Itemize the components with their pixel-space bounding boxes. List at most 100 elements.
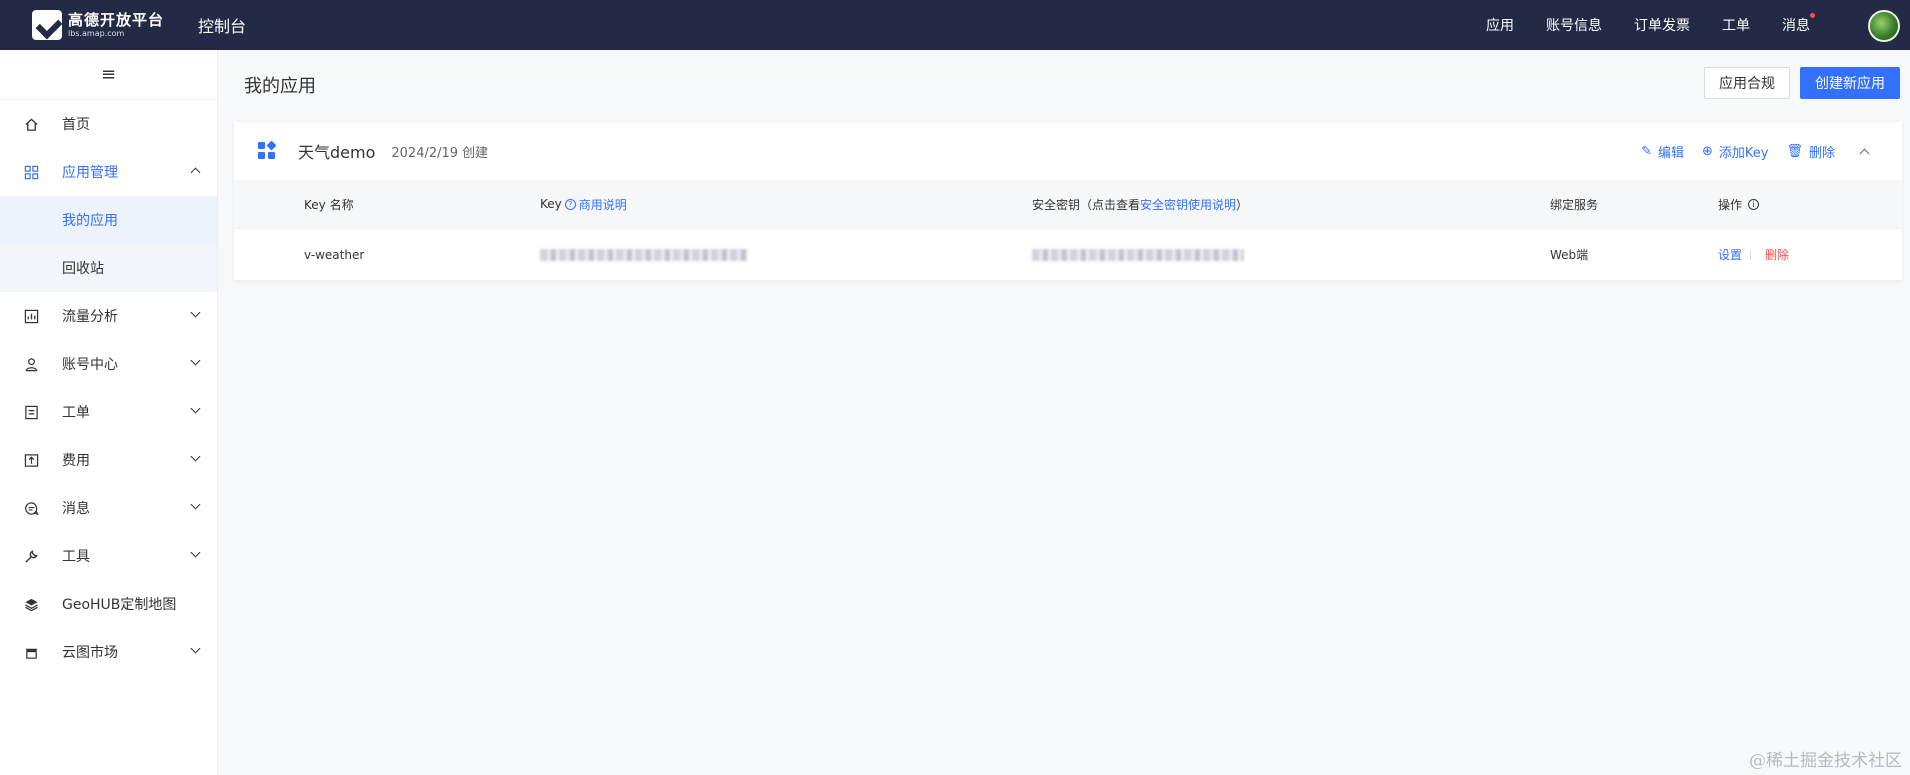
plus-circle-icon: ⊕ [1701,143,1713,159]
nav-apps[interactable]: 应用 [1486,15,1514,35]
sidebar-item-label: 云图市场 [62,645,118,661]
top-bar: 高德开放平台 lbs.amap.com 控制台 应用 账号信息 订单发票 工单 … [0,0,1910,50]
home-icon [22,115,40,133]
app-grid-icon [258,140,277,160]
sidebar-item-traffic-analysis[interactable]: 流量分析 [0,292,217,340]
col-key: Key ? 商用说明 [540,180,627,228]
secret-value-cell[interactable] [1032,229,1244,280]
key-name-cell: v-weather [304,247,365,262]
sidebar-item-home[interactable]: 首页 [0,100,217,148]
wrench-icon [22,547,40,565]
sidebar-item-cloud-market[interactable]: 云图市场 [0,628,217,676]
sidebar-item-messages[interactable]: 消息 [0,484,217,532]
delete-label: 删除 [1808,145,1835,161]
sidebar-item-label: 工单 [62,405,90,421]
delete-app-button[interactable]: 🗑 删除 [1786,142,1835,161]
chevron-down-icon [190,403,201,414]
watermark: @稀土掘金技术社区 [1749,751,1902,771]
sidebar-item-tools[interactable]: 工具 [0,532,217,580]
key-value-cell[interactable] [540,229,748,280]
chart-icon [22,307,40,325]
table-header: Key 名称 Key ? 商用说明 安全密钥（点击查看 安全密钥使用说明） 绑定服… [234,180,1902,228]
ticket-icon [22,403,40,421]
add-key-label: 添加Key [1718,145,1769,161]
sidebar-subitem-my-apps[interactable]: 我的应用 [0,196,217,244]
chevron-up-icon [190,167,201,178]
col-secret-label: 安全密钥（点击查看 [1032,197,1141,212]
sidebar-item-label: 应用管理 [62,165,118,181]
sidebar-item-label: 消息 [62,501,90,517]
sidebar-item-label: 工具 [62,549,90,565]
sidebar-subitem-recycle-bin[interactable]: 回收站 [0,244,217,292]
amap-logo[interactable]: 高德开放平台 lbs.amap.com [32,0,164,50]
key-settings-link[interactable]: 设置 [1718,246,1742,263]
app-name: 天气demo [298,143,376,162]
col-key-name: Key 名称 [304,197,354,212]
add-key-button[interactable]: ⊕ 添加Key [1702,142,1768,161]
sidebar-item-account-center[interactable]: 账号中心 [0,340,217,388]
col-secret-suffix: ） [1236,197,1249,212]
key-delete-link[interactable]: 删除 [1765,246,1789,263]
service-cell: Web端 [1550,248,1589,262]
help-icon: ? [564,198,576,210]
chevron-down-icon [190,499,201,510]
secret-usage-link[interactable]: 安全密钥使用说明 [1140,196,1236,213]
col-service: 绑定服务 [1550,197,1599,212]
layers-icon [22,595,40,613]
nav-orders-invoices[interactable]: 订单发票 [1634,15,1690,35]
logo-title: 高德开放平台 [68,10,165,29]
commercial-info-link[interactable]: 商用说明 [579,196,627,213]
edit-icon: ✎ [1641,143,1652,159]
ops-cell: 设置 删除 [1718,229,1789,280]
chevron-down-icon [190,547,201,558]
app-card-header: 天气demo 2024/2/19 创建 ✎ 编辑 ⊕ 添加Key 🗑 删除 [234,122,1902,180]
sidebar-item-label: 账号中心 [62,357,118,373]
nav-messages[interactable]: 消息 [1782,13,1815,35]
page-title: 我的应用 [244,76,316,97]
sidebar-item-label: 流量分析 [62,309,118,325]
top-nav: 应用 账号信息 订单发票 工单 消息 [1454,0,1815,50]
blurred-key [540,248,748,261]
create-app-button[interactable]: 创建新应用 [1800,67,1900,99]
user-avatar[interactable] [1868,10,1900,42]
edit-app-button[interactable]: ✎ 编辑 [1641,142,1684,161]
col-ops-label: 操作 [1718,197,1743,212]
chevron-down-icon [190,451,201,462]
nav-tickets[interactable]: 工单 [1722,15,1750,35]
edit-label: 编辑 [1657,145,1684,161]
collapse-card-icon[interactable] [1859,148,1870,158]
col-ops: 操作 i [1718,180,1760,228]
blurred-secret [1032,248,1244,261]
col-key-label: Key [540,197,562,211]
divider [1750,249,1752,260]
info-icon[interactable]: i [1748,198,1760,210]
chevron-down-icon [190,643,201,654]
sidebar: ≡ 首页 应用管理 我的应用 回收站 流量分析 账号中心 工单 费用 消息 工具… [0,50,218,775]
message-icon [22,499,40,517]
app-created-date: 2024/2/19 创建 [391,145,489,161]
logo-domain: lbs.amap.com [68,28,125,38]
menu-collapse-icon[interactable]: ≡ [0,50,217,100]
app-card: 天气demo 2024/2/19 创建 ✎ 编辑 ⊕ 添加Key 🗑 删除 Ke… [234,122,1902,280]
grid-icon [22,163,40,181]
table-row: v-weather Web端 设置 删除 [234,228,1902,280]
billing-icon [22,451,40,469]
nav-account-info[interactable]: 账号信息 [1546,15,1602,35]
sidebar-item-label: 费用 [62,453,90,469]
store-icon [22,643,40,661]
keys-table: Key 名称 Key ? 商用说明 安全密钥（点击查看 安全密钥使用说明） 绑定服… [234,180,1902,280]
amap-logo-icon [32,10,62,40]
console-title[interactable]: 控制台 [198,13,246,37]
chevron-down-icon [190,355,201,366]
sidebar-item-label: 首页 [62,117,90,133]
sidebar-item-label: GeoHUB定制地图 [62,597,177,613]
sidebar-item-billing[interactable]: 费用 [0,436,217,484]
sidebar-item-app-management[interactable]: 应用管理 [0,148,217,196]
col-secret: 安全密钥（点击查看 安全密钥使用说明） [1032,180,1248,228]
chevron-down-icon [190,307,201,318]
app-compliance-button[interactable]: 应用合规 [1704,67,1790,99]
sidebar-item-tickets[interactable]: 工单 [0,388,217,436]
sidebar-item-geohub[interactable]: GeoHUB定制地图 [0,580,217,628]
user-icon [22,355,40,373]
trash-icon: 🗑 [1786,143,1803,159]
